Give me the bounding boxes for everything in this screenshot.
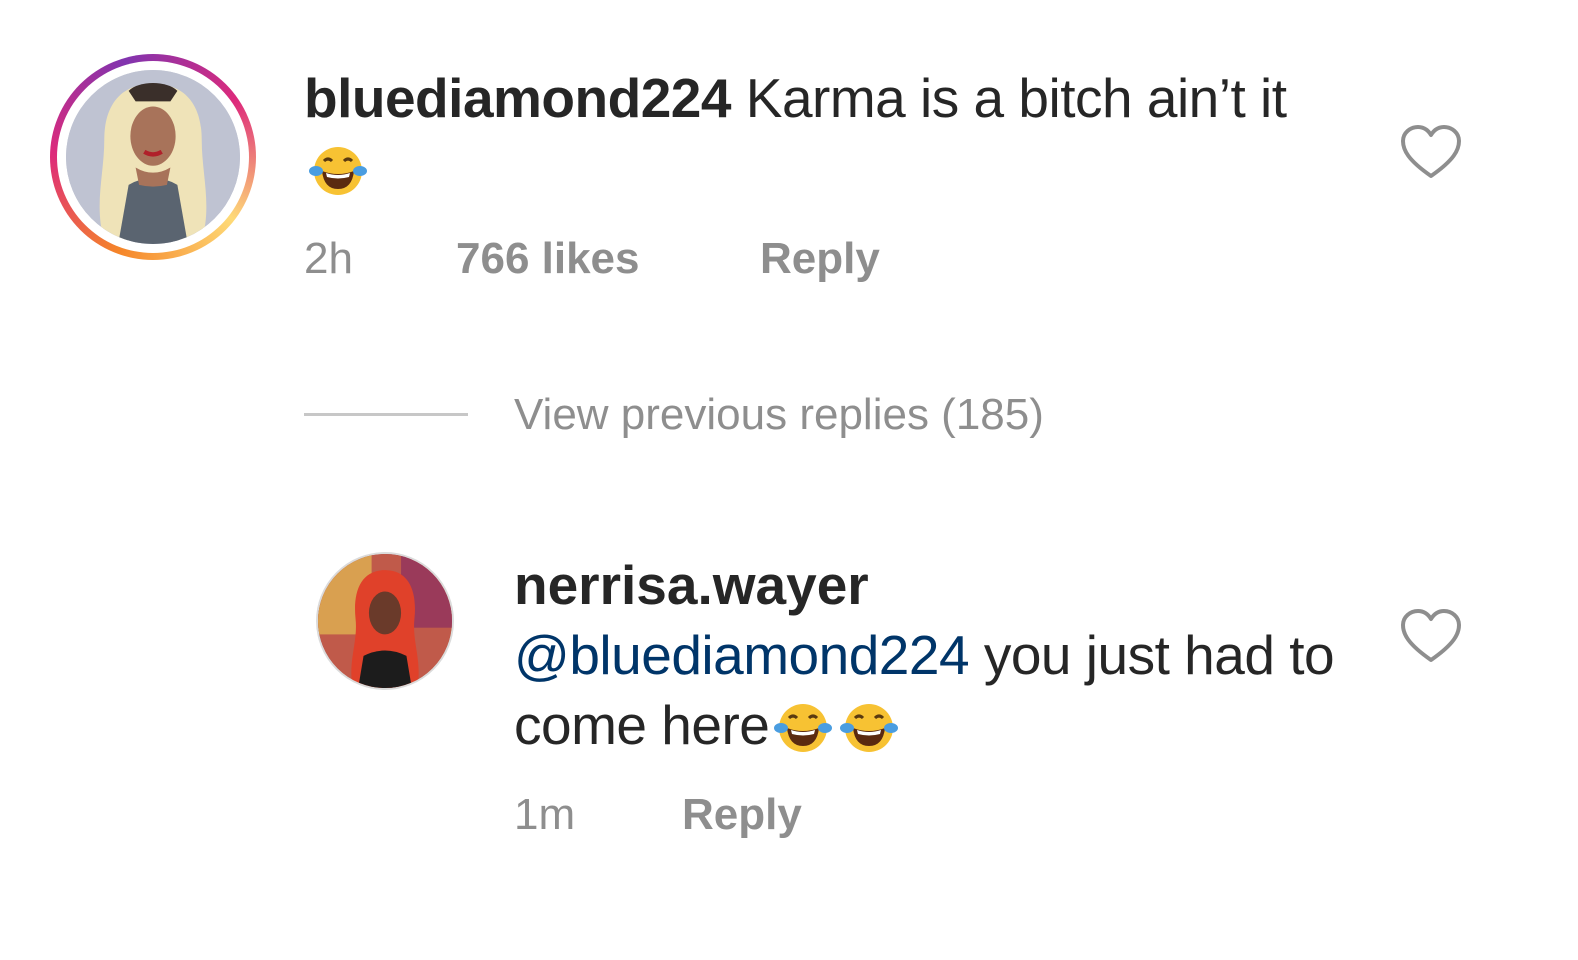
profile-photo-icon — [318, 554, 452, 688]
reply-time: 1m — [514, 790, 576, 839]
heart-icon[interactable] — [1400, 608, 1462, 664]
reply-text: @bluediamond224 you just had to come her… — [514, 620, 1374, 760]
face-with-tears-of-joy-icon — [774, 704, 833, 752]
reply-button[interactable]: Reply — [682, 790, 802, 840]
face-with-tears-of-joy-icon — [840, 704, 899, 752]
avatar[interactable] — [316, 552, 454, 690]
reply-meta: 1m Reply — [514, 790, 1014, 842]
reply-item: nerrisa.wayer @bluediamond224 you just h… — [0, 0, 1578, 960]
mention-link[interactable]: @bluediamond224 — [514, 624, 970, 686]
reply-username[interactable]: nerrisa.wayer — [514, 552, 869, 618]
